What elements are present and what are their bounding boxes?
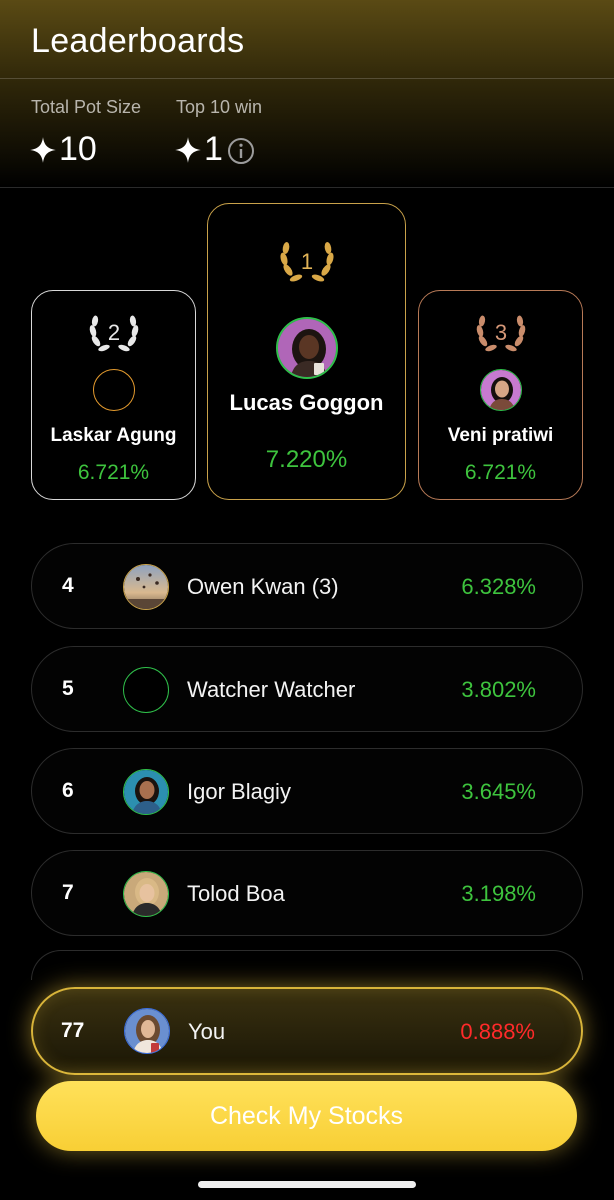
podium-name-first: Lucas Goggon [229, 390, 384, 415]
row-name: Watcher Watcher [187, 677, 356, 702]
avatar [123, 769, 169, 815]
avatar-portrait-icon [124, 872, 168, 916]
top10-amount: 1 [204, 130, 223, 168]
avatar-balloons-icon [124, 565, 168, 609]
rank-three: 3 [494, 320, 506, 345]
avatar [124, 1008, 170, 1054]
podium-name-third: Veni pratiwi [447, 425, 554, 446]
info-icon[interactable] [227, 137, 255, 165]
leaderboard-row-partial [31, 950, 583, 980]
podium-pct-first: 7.220% [265, 446, 348, 473]
row-rank: 6 [62, 779, 74, 802]
bronze-laurel-icon: 3 [476, 315, 525, 352]
check-my-stocks-button[interactable]: Check My Stocks [36, 1081, 577, 1151]
avatar-portrait-icon [277, 319, 336, 377]
podium-name-second: Laskar Agung [50, 425, 177, 446]
podium-pct-third: 6.721% [464, 461, 537, 484]
row-rank: 5 [62, 677, 74, 700]
avatar [275, 317, 338, 379]
leaderboard-row[interactable]: 5 Watcher Watcher 3.802% [31, 646, 583, 732]
avatar [123, 564, 169, 610]
rank-one: 1 [300, 249, 312, 274]
home-indicator[interactable] [198, 1181, 416, 1188]
leaderboard-header: Leaderboards Total Pot Size 10 Top 10 wi… [0, 0, 614, 188]
leaderboard-row[interactable]: 6 Igor Blagiy 3.645% [31, 748, 583, 834]
row-name: Owen Kwan (3) [187, 574, 339, 599]
row-pct: 3.645% [461, 779, 536, 804]
current-user-row[interactable]: 77 You 0.888% [31, 987, 583, 1075]
page-title: Leaderboards [31, 22, 245, 60]
top10-label: Top 10 win [176, 97, 263, 117]
podium-card-first[interactable]: 1 Lucas Goggon 7.220% [207, 203, 406, 500]
header-divider [0, 78, 614, 79]
avatar-empty [92, 369, 135, 411]
row-pct: 6.328% [461, 574, 536, 599]
avatar-portrait-icon [125, 1009, 169, 1053]
row-name: Tolod Boa [187, 881, 285, 906]
row-name: Igor Blagiy [187, 779, 291, 804]
podium-card-third[interactable]: 3 Veni pratiwi 6.721% [418, 290, 583, 500]
gold-laurel-icon: 1 [279, 242, 334, 282]
user-name: You [188, 1019, 226, 1044]
row-pct: 3.802% [461, 677, 536, 702]
sparkle-icon [30, 136, 56, 163]
avatar-portrait-icon [480, 370, 521, 410]
total-pot-amount: 10 [59, 130, 97, 168]
total-pot-label: Total Pot Size [31, 97, 142, 117]
podium-pct-second: 6.721% [77, 461, 150, 484]
podium-card-second[interactable]: 2 Laskar Agung 6.721% [31, 290, 196, 500]
leaderboard-row[interactable]: 4 Owen Kwan (3) 6.328% [31, 543, 583, 629]
avatar [123, 871, 169, 917]
leaderboard-row[interactable]: 7 Tolod Boa 3.198% [31, 850, 583, 936]
total-pot-value: 10 [29, 130, 97, 169]
avatar [479, 369, 522, 411]
sparkle-icon [175, 136, 201, 163]
rank-two: 2 [107, 320, 119, 345]
top10-value: 1 [174, 130, 223, 169]
silver-laurel-icon: 2 [89, 315, 138, 352]
user-rank: 77 [61, 1019, 85, 1042]
row-rank: 7 [62, 881, 74, 904]
avatar-empty [123, 667, 169, 713]
user-pct: 0.888% [460, 1019, 535, 1044]
row-pct: 3.198% [461, 881, 536, 906]
row-rank: 4 [62, 574, 74, 597]
avatar-portrait-icon [124, 770, 168, 814]
